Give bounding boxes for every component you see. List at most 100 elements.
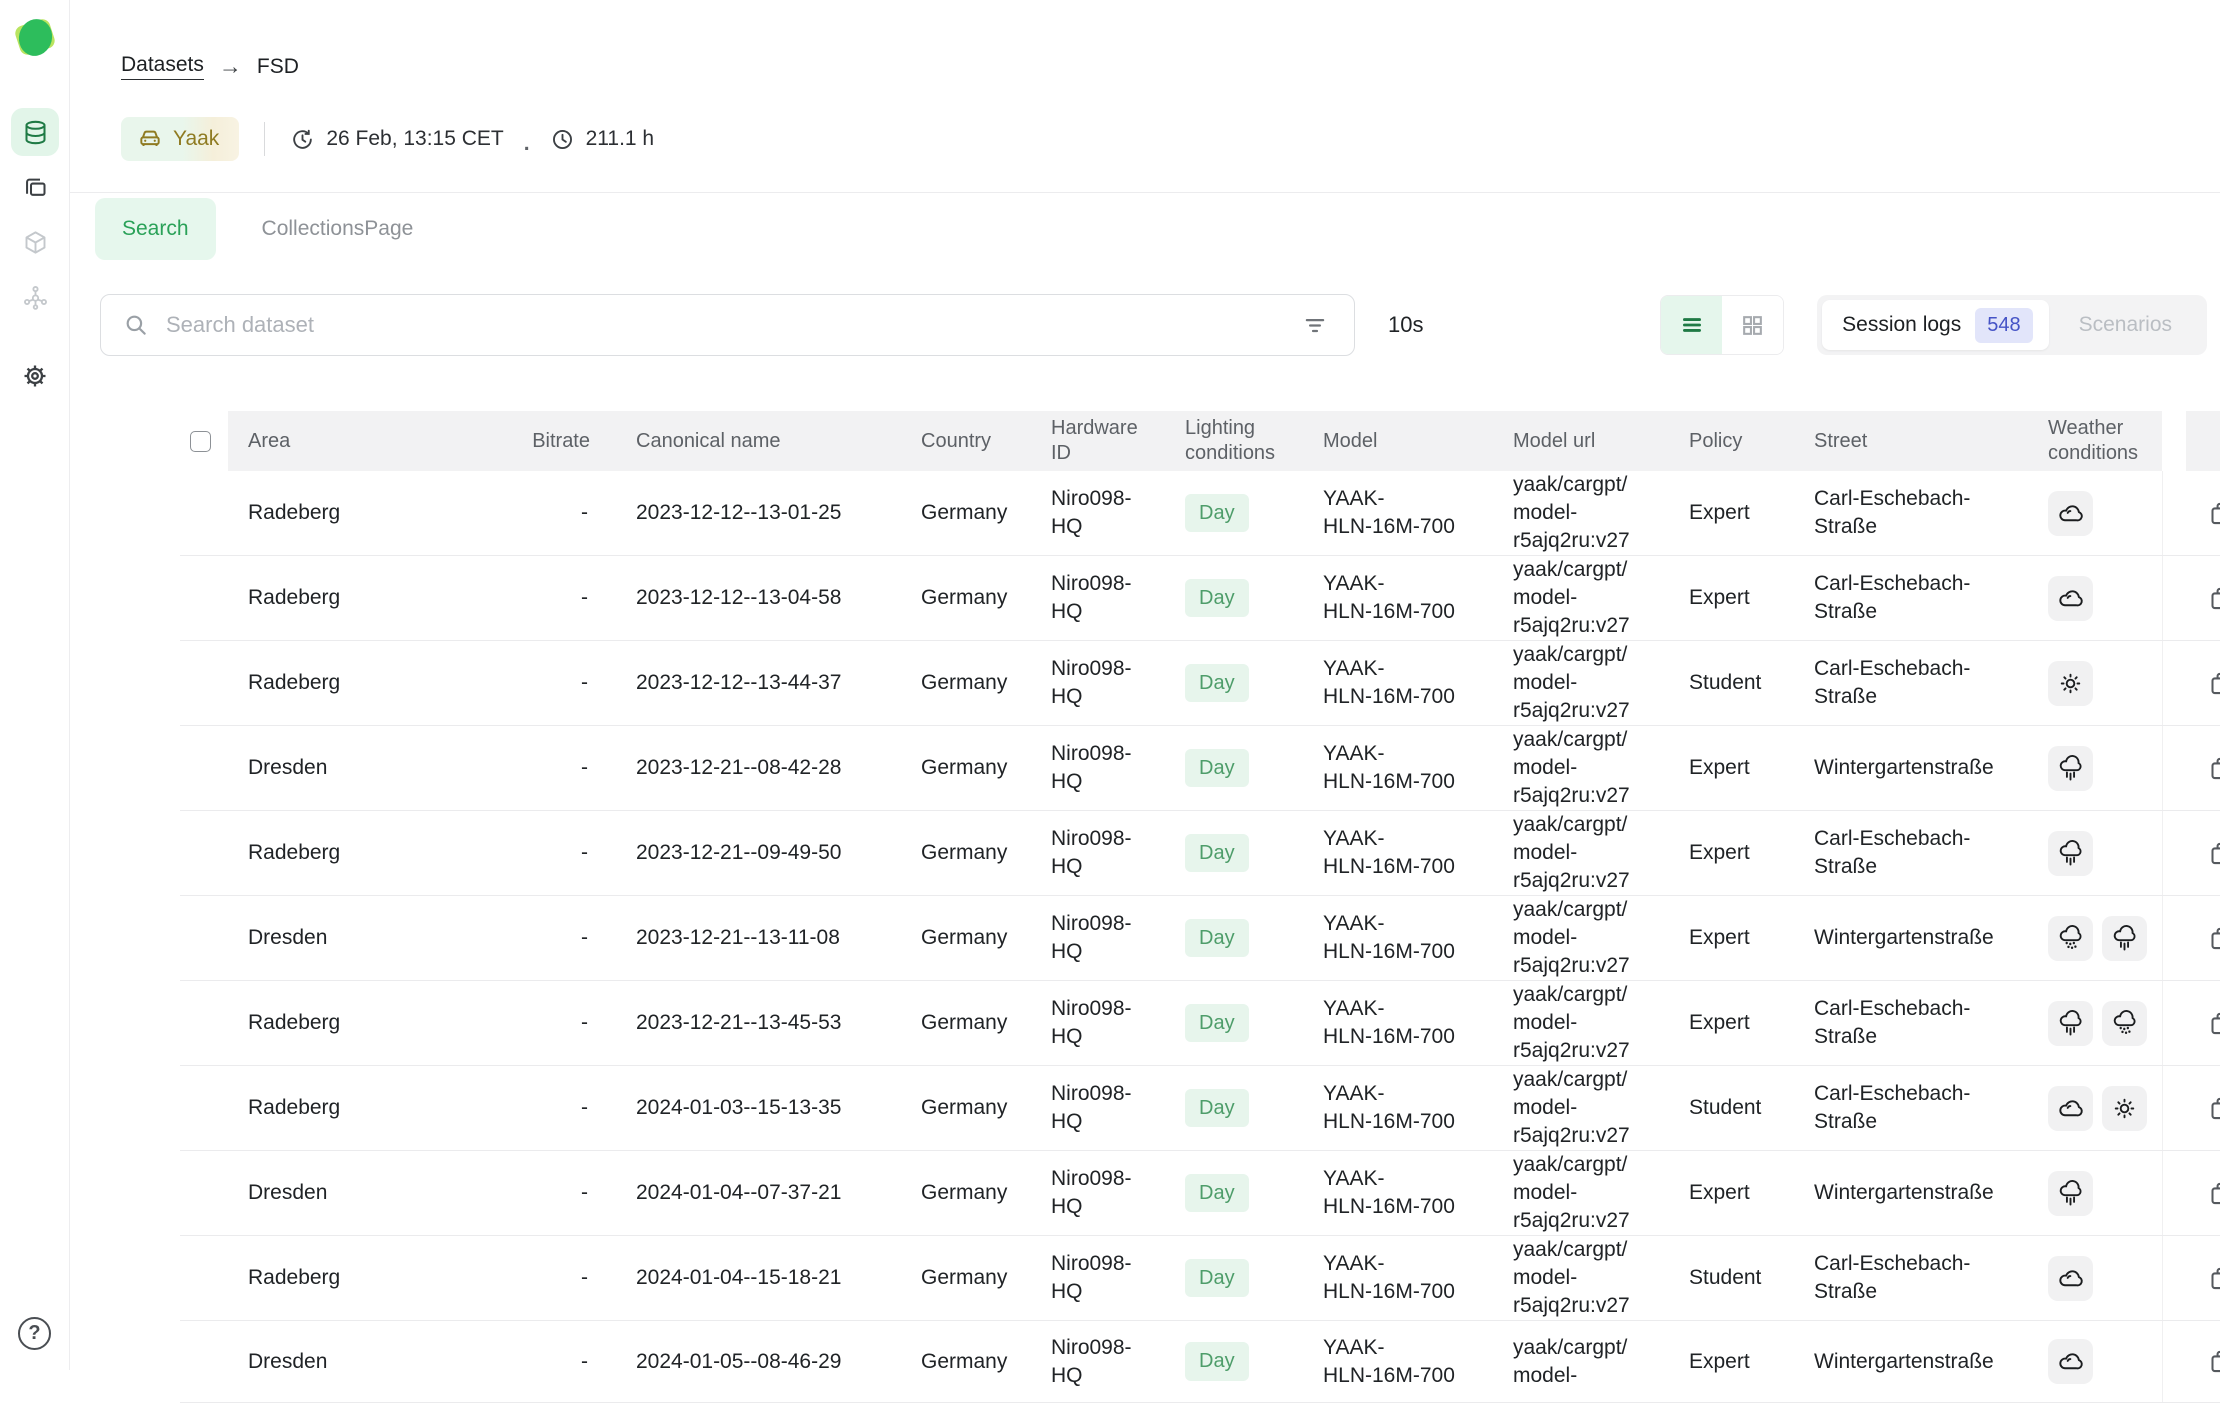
table-row[interactable]: Dresden - 2024-01-05--08-46-29 Germany N… <box>180 1321 2220 1403</box>
cell-policy: Expert <box>1669 1321 1794 1402</box>
list-view-button[interactable] <box>1661 296 1722 354</box>
cell-model-url: yaak/cargpt/ model- <box>1493 1321 1669 1402</box>
cell-weather-conditions <box>2028 1066 2162 1150</box>
meta-divider <box>264 122 265 156</box>
cell-lighting: Day <box>1165 1321 1303 1402</box>
copy-button[interactable] <box>2202 749 2220 788</box>
table-row[interactable]: Radeberg - 2023-12-12--13-44-37 Germany … <box>180 641 2220 726</box>
grid-view-icon <box>1740 313 1765 338</box>
table-row[interactable]: Radeberg - 2023-12-21--09-49-50 Germany … <box>180 811 2220 896</box>
sidebar-item-graph[interactable] <box>11 273 59 321</box>
tab-session-logs[interactable]: Session logs 548 <box>1822 300 2048 350</box>
cube-icon <box>22 229 49 256</box>
cell-lighting: Day <box>1165 981 1303 1065</box>
select-all-checkbox[interactable] <box>190 431 211 452</box>
cell-lighting: Day <box>1165 556 1303 640</box>
column-header: Country <box>901 411 1031 471</box>
cell-hardware-id: Niro098- HQ <box>1031 896 1165 980</box>
cell-country: Germany <box>901 896 1031 980</box>
copy-button[interactable] <box>2202 1342 2220 1381</box>
lighting-badge: Day <box>1185 1089 1249 1128</box>
cell-country: Germany <box>901 1321 1031 1402</box>
lighting-badge: Day <box>1185 1259 1249 1298</box>
table-row[interactable]: Radeberg - 2023-12-12--13-01-25 Germany … <box>180 471 2220 556</box>
copy-button[interactable] <box>2202 664 2220 703</box>
duration: 211.1 h <box>550 127 655 152</box>
cell-canonical-name: 2023-12-12--13-01-25 <box>606 471 901 555</box>
cell-policy: Expert <box>1669 896 1794 980</box>
tab-collections-page[interactable]: CollectionsPage <box>262 217 414 241</box>
vehicle-badge[interactable]: Yaak <box>121 117 239 161</box>
cell-country: Germany <box>901 471 1031 555</box>
cell-lighting: Day <box>1165 1151 1303 1235</box>
refresh-interval[interactable]: 10s <box>1388 312 1423 338</box>
cell-street: Wintergartenstraße <box>1794 726 2028 810</box>
help-button[interactable]: ? <box>18 1317 51 1350</box>
cell-model-url: yaak/cargpt/ model- r5ajq2ru:v27 <box>1493 1236 1669 1320</box>
cell-hardware-id: Niro098- HQ <box>1031 556 1165 640</box>
cell-bitrate: - <box>518 1066 606 1150</box>
tab-search[interactable]: Search <box>95 198 216 260</box>
cell-canonical-name: 2023-12-21--09-49-50 <box>606 811 901 895</box>
cell-policy: Expert <box>1669 1151 1794 1235</box>
table-row[interactable]: Dresden - 2024-01-04--07-37-21 Germany N… <box>180 1151 2220 1236</box>
sidebar-item-settings[interactable] <box>11 352 59 400</box>
cell-country: Germany <box>901 1066 1031 1150</box>
breadcrumb-datasets-link[interactable]: Datasets <box>121 53 204 80</box>
copy-button[interactable] <box>2202 919 2220 958</box>
column-header-actions <box>2162 411 2220 471</box>
cell-actions <box>2162 471 2220 555</box>
table-row[interactable]: Radeberg - 2023-12-21--13-45-53 Germany … <box>180 981 2220 1066</box>
table-row[interactable]: Radeberg - 2024-01-04--15-18-21 Germany … <box>180 1236 2220 1321</box>
cell-weather-conditions <box>2028 556 2162 640</box>
cell-area: Radeberg <box>228 1236 518 1320</box>
cell-hardware-id: Niro098- HQ <box>1031 641 1165 725</box>
lighting-badge: Day <box>1185 494 1249 533</box>
grid-view-button[interactable] <box>1722 296 1783 354</box>
cell-canonical-name: 2024-01-03--15-13-35 <box>606 1066 901 1150</box>
copy-button[interactable] <box>2202 1174 2220 1213</box>
cell-lighting: Day <box>1165 896 1303 980</box>
column-header: Model <box>1303 411 1493 471</box>
cell-model-url: yaak/cargpt/ model- r5ajq2ru:v27 <box>1493 471 1669 555</box>
cell-model-url: yaak/cargpt/ model- r5ajq2ru:v27 <box>1493 896 1669 980</box>
cell-actions <box>2162 1151 2220 1235</box>
main-content: Datasets → FSD Yaak <box>70 0 2220 1370</box>
cell-model: YAAK- HLN-16M-700 <box>1303 556 1493 640</box>
cell-lighting: Day <box>1165 811 1303 895</box>
cell-weather-conditions <box>2028 896 2162 980</box>
table-row[interactable]: Radeberg - 2024-01-03--15-13-35 Germany … <box>180 1066 2220 1151</box>
cell-actions <box>2162 981 2220 1065</box>
table-row[interactable]: Dresden - 2023-12-21--08-42-28 Germany N… <box>180 726 2220 811</box>
meta-dot: . <box>524 132 530 156</box>
copy-button[interactable] <box>2202 1089 2220 1128</box>
table-row[interactable]: Radeberg - 2023-12-12--13-04-58 Germany … <box>180 556 2220 641</box>
cell-policy: Student <box>1669 1066 1794 1150</box>
cell-weather-conditions <box>2028 641 2162 725</box>
app-logo[interactable] <box>15 16 57 58</box>
sidebar-item-collections[interactable] <box>11 163 59 211</box>
column-header: Bitrate <box>518 411 606 471</box>
sidebar-item-datasets[interactable] <box>11 108 59 156</box>
sidebar-item-packages[interactable] <box>11 218 59 266</box>
table-row[interactable]: Dresden - 2023-12-21--13-11-08 Germany N… <box>180 896 2220 981</box>
filter-icon[interactable] <box>1298 308 1332 342</box>
copy-button[interactable] <box>2202 834 2220 873</box>
toolbar: 10s Session logs <box>100 294 2207 356</box>
cell-lighting: Day <box>1165 1066 1303 1150</box>
gear-icon <box>21 362 49 390</box>
cell-hardware-id: Niro098- HQ <box>1031 1066 1165 1150</box>
tab-scenarios[interactable]: Scenarios <box>2049 300 2202 350</box>
lighting-badge: Day <box>1185 1004 1249 1043</box>
row-checkbox-cell <box>180 811 228 895</box>
copy-button[interactable] <box>2202 1004 2220 1043</box>
lighting-badge: Day <box>1185 919 1249 958</box>
copy-button[interactable] <box>2202 494 2220 533</box>
rain-icon <box>2048 1171 2093 1216</box>
copy-button[interactable] <box>2202 1259 2220 1298</box>
search-icon <box>123 312 149 338</box>
search-input[interactable] <box>166 312 1281 338</box>
cell-bitrate: - <box>518 1236 606 1320</box>
cell-model-url: yaak/cargpt/ model- r5ajq2ru:v27 <box>1493 811 1669 895</box>
copy-button[interactable] <box>2202 579 2220 618</box>
